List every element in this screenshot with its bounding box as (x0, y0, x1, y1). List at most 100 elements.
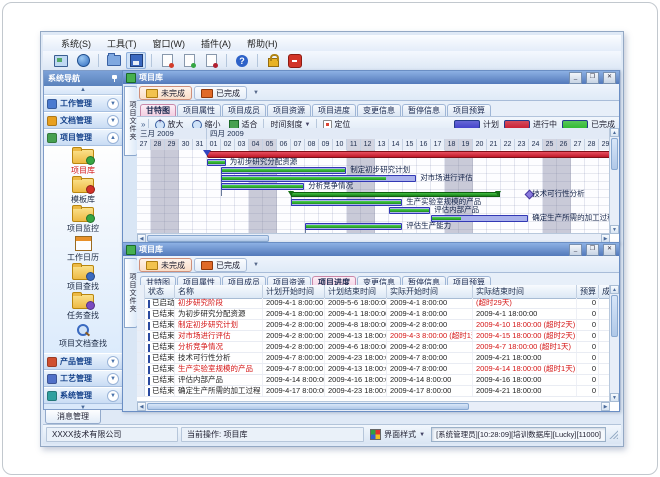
sidebar-section-4[interactable]: 工艺管理▼ (44, 370, 122, 387)
doc-add-button[interactable] (157, 52, 177, 69)
menu-item-0[interactable]: 系统(S) (53, 36, 99, 51)
gantt-bar-task[interactable] (207, 159, 226, 166)
pin-icon[interactable] (111, 75, 118, 82)
gantt-bar-task[interactable] (389, 207, 430, 214)
menu-item-2[interactable]: 窗口(W) (145, 36, 194, 51)
scroll-thumb[interactable] (611, 295, 618, 337)
column-header-6[interactable]: 预算 (577, 285, 599, 298)
gantt-bar-task[interactable] (221, 167, 346, 174)
table-folder-tab-finished[interactable]: 已完成 (194, 258, 247, 272)
gantt-tab-3[interactable]: 项目资源 (267, 104, 311, 116)
row-selector-cell[interactable] (137, 298, 145, 308)
scroll-thumb[interactable] (611, 138, 618, 170)
doc-edit-button[interactable] (179, 52, 199, 69)
menu-item-4[interactable]: 帮助(H) (239, 36, 286, 51)
table-row[interactable]: 已结束确定生产所需的加工过程2009-4-17 8:00:002009-4-23… (137, 386, 610, 397)
exit-button[interactable] (285, 52, 305, 69)
gantt-tab-0[interactable]: 甘特图 (140, 104, 176, 116)
gantt-tab-1[interactable]: 项目属性 (177, 104, 221, 116)
sidebar-item-0[interactable]: 项目库 (44, 148, 122, 177)
gantt-tab-5[interactable]: 变更信息 (357, 104, 401, 116)
table-window-titlebar[interactable]: 项目库 _ ❐ ✕ (123, 243, 619, 256)
resize-grip[interactable] (609, 430, 618, 439)
scroll-left-icon[interactable]: ◀ (137, 402, 146, 411)
scroll-thumb[interactable] (147, 403, 469, 410)
sidebar-collapse-button[interactable]: ▲ (44, 86, 122, 95)
column-header-5[interactable]: 实际结束时间 (473, 285, 577, 298)
chevron-up-icon[interactable]: ▲ (107, 132, 119, 144)
scroll-right-icon[interactable]: ▶ (601, 402, 610, 411)
more-tabs-icon[interactable]: ▼ (249, 262, 263, 268)
gantt-vertical-scrollbar[interactable]: ▲ ▼ (609, 128, 619, 234)
gantt-bar-task[interactable] (221, 183, 304, 190)
table-row[interactable]: 已结束技术可行性分析2009-4-7 8:00:002009-4-23 18:0… (137, 353, 610, 364)
row-selector-cell[interactable] (137, 375, 145, 385)
close-button[interactable]: ✕ (603, 72, 616, 84)
sidebar-item-3[interactable]: 工作日历 (44, 235, 122, 264)
project-folder-vertical-tab[interactable]: 项目文件夹 (124, 258, 138, 328)
column-header-3[interactable]: 计划结束时间 (325, 285, 387, 298)
row-selector-cell[interactable] (137, 309, 145, 319)
sidebar-section-3[interactable]: 产品管理▼ (44, 353, 122, 370)
sidebar-item-6[interactable]: 项目文档查找 (44, 322, 122, 351)
message-management-tab[interactable]: 消息管理 (45, 410, 101, 424)
table-row[interactable]: 已结束分析竞争情况2009-4-2 8:00:002009-4-6 18:00:… (137, 342, 610, 353)
scroll-thumb[interactable] (147, 235, 269, 242)
gantt-bar-task[interactable] (291, 199, 402, 206)
sidebar-item-4[interactable]: 项目查找 (44, 264, 122, 293)
gantt-window-titlebar[interactable]: 项目库 _ ❐ ✕ (123, 71, 619, 84)
row-selector-cell[interactable] (137, 386, 145, 396)
column-header-1[interactable]: 名称 (175, 285, 263, 298)
row-selector-cell[interactable] (137, 353, 145, 363)
more-tabs-icon[interactable]: ▼ (249, 90, 263, 96)
table-row[interactable]: 已结束对市场进行评估2009-4-2 8:00:002009-4-13 18:0… (137, 331, 610, 342)
gantt-tab-7[interactable]: 项目预算 (447, 104, 491, 116)
globe-button[interactable] (73, 52, 93, 69)
chevron-down-icon[interactable]: ▼ (107, 390, 119, 402)
column-header-4[interactable]: 实际开始时间 (387, 285, 473, 298)
gantt-folder-tab-finished[interactable]: 已完成 (194, 86, 247, 100)
row-selector-cell[interactable] (137, 364, 145, 374)
chevron-down-icon[interactable]: ▼ (107, 373, 119, 385)
restore-button[interactable]: ❐ (586, 72, 599, 84)
minimize-button[interactable]: _ (569, 244, 582, 256)
chevron-down-icon[interactable]: ▼ (107, 115, 119, 127)
table-vertical-scrollbar[interactable]: ▲ ▼ (609, 285, 619, 402)
table-row[interactable]: 已启动初步研究阶段2009-4-1 8:00:002009-5-6 18:00:… (137, 298, 610, 309)
project-folder-vertical-tab[interactable]: 项目文件夹 (124, 86, 138, 156)
table-horizontal-scrollbar[interactable]: ◀ ▶ (137, 401, 610, 411)
table-row[interactable]: 已结束为初步研究分配资源2009-4-1 8:00:002009-4-1 18:… (137, 309, 610, 320)
scroll-up-icon[interactable]: ▲ (610, 285, 619, 294)
chevron-down-icon[interactable]: ▼ (107, 356, 119, 368)
close-button[interactable]: ✕ (603, 244, 616, 256)
folder-button[interactable] (104, 52, 124, 69)
sidebar-item-5[interactable]: 任务查找 (44, 293, 122, 322)
scroll-up-icon[interactable]: ▲ (610, 128, 619, 137)
menu-item-3[interactable]: 插件(A) (193, 36, 239, 51)
lock-button[interactable] (263, 52, 283, 69)
gantt-tab-6[interactable]: 暂停信息 (402, 104, 446, 116)
sidebar-section-5[interactable]: 系统管理▼ (44, 387, 122, 404)
monitor-button[interactable] (51, 52, 71, 69)
sidebar-item-1[interactable]: 模板库 (44, 177, 122, 206)
gantt-bar-task[interactable] (305, 223, 402, 230)
row-selector-cell[interactable] (137, 320, 145, 330)
column-header-0[interactable]: 状态 (145, 285, 175, 298)
scroll-down-icon[interactable]: ▼ (610, 393, 619, 402)
table-row[interactable]: 已结束生产实验室规模的产品2009-4-7 8:00:002009-4-13 1… (137, 364, 610, 375)
chevron-down-icon[interactable]: ▼ (107, 98, 119, 110)
doc-delete-button[interactable] (201, 52, 221, 69)
minimize-button[interactable]: _ (569, 72, 582, 84)
save-button[interactable] (126, 52, 146, 69)
gantt-tab-2[interactable]: 项目成员 (222, 104, 266, 116)
sidebar-section-2[interactable]: 项目管理▲ (44, 129, 122, 146)
row-selector-cell[interactable] (137, 342, 145, 352)
gantt-tab-4[interactable]: 项目进度 (312, 104, 356, 116)
sidebar-section-0[interactable]: 工作管理▼ (44, 95, 122, 112)
scroll-down-icon[interactable]: ▼ (610, 225, 619, 234)
column-header-2[interactable]: 计划开始时间 (263, 285, 325, 298)
row-selector-cell[interactable] (137, 331, 145, 341)
table-folder-tab-unfinished[interactable]: 未完成 (139, 258, 192, 272)
ui-style-button[interactable]: 界面样式 ▼ (367, 429, 428, 440)
gantt-folder-tab-unfinished[interactable]: 未完成 (139, 86, 192, 100)
